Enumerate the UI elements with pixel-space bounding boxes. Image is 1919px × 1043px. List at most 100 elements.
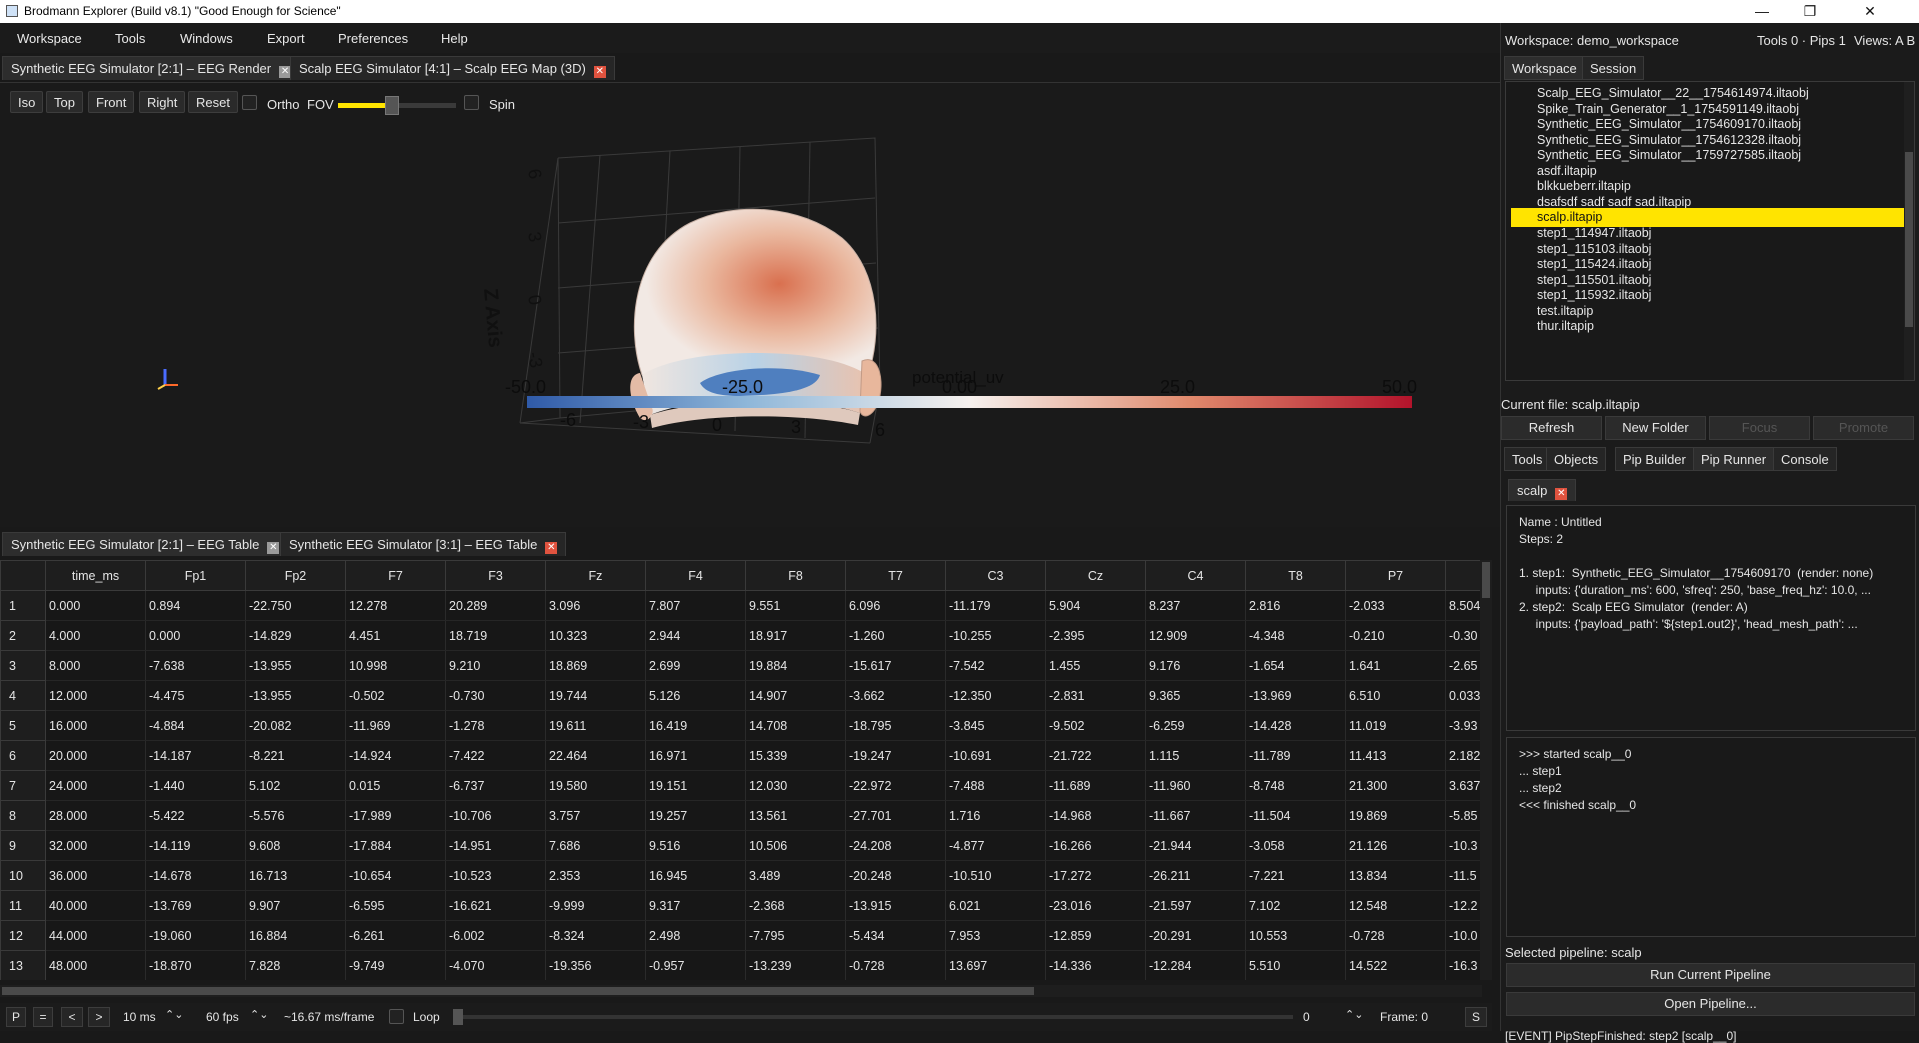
- menu-help[interactable]: Help: [441, 31, 468, 46]
- table-cell[interactable]: 12.909: [1145, 620, 1246, 651]
- table-cell[interactable]: -19.356: [545, 950, 646, 980]
- table-cell[interactable]: 14.522: [1345, 950, 1446, 980]
- table-cell[interactable]: 1.455: [1045, 650, 1146, 681]
- scrollbar-handle[interactable]: [2, 987, 1034, 995]
- column-header[interactable]: C3: [945, 560, 1046, 591]
- table-cell[interactable]: 18.917: [745, 620, 846, 651]
- table-row[interactable]: 10 36.000 -14.678 16.713 -10.654 -10.523 2.353…: [0, 860, 1484, 891]
- table-cell[interactable]: -0.30: [1445, 620, 1484, 651]
- tab-session[interactable]: Session: [1582, 56, 1645, 80]
- row-header[interactable]: 5: [0, 710, 46, 741]
- table-cell[interactable]: 11.019: [1345, 710, 1446, 741]
- row-header[interactable]: 1: [0, 590, 46, 621]
- table-cell[interactable]: 0.000: [145, 620, 246, 651]
- table-cell[interactable]: -10.510: [945, 860, 1046, 891]
- spin-checkbox[interactable]: [464, 95, 479, 110]
- table-cell[interactable]: 14.907: [745, 680, 846, 711]
- table-cell[interactable]: 3.637: [1445, 770, 1484, 801]
- table-cell[interactable]: -1.260: [845, 620, 946, 651]
- table-cell[interactable]: 7.828: [245, 950, 346, 980]
- table-cell[interactable]: 21.300: [1345, 770, 1446, 801]
- table-row[interactable]: 7 24.000 -1.440 5.102 0.015 -6.737 19.580 19.15…: [0, 770, 1484, 801]
- table-cell[interactable]: -20.291: [1145, 920, 1246, 951]
- table-cell[interactable]: 10.998: [345, 650, 446, 681]
- table-cell[interactable]: 8.504: [1445, 590, 1484, 621]
- table-cell[interactable]: 36.000: [45, 860, 146, 891]
- table-cell[interactable]: -11.960: [1145, 770, 1246, 801]
- table-cell[interactable]: 19.744: [545, 680, 646, 711]
- table-cell[interactable]: 0.000: [45, 590, 146, 621]
- table-cell[interactable]: -4.884: [145, 710, 246, 741]
- table-cell[interactable]: 2.353: [545, 860, 646, 891]
- table-cell[interactable]: 9.551: [745, 590, 846, 621]
- file-list-scrollbar[interactable]: [1904, 82, 1914, 380]
- table-cell[interactable]: -0.957: [645, 950, 746, 980]
- table-cell[interactable]: -16.3: [1445, 950, 1484, 980]
- table-cell[interactable]: -11.5: [1445, 860, 1484, 891]
- table-cell[interactable]: -14.829: [245, 620, 346, 651]
- table-cell[interactable]: -13.969: [1245, 680, 1346, 711]
- table-cell[interactable]: -14.428: [1245, 710, 1346, 741]
- table-cell[interactable]: 9.608: [245, 830, 346, 861]
- table-cell[interactable]: 18.869: [545, 650, 646, 681]
- focus-button[interactable]: Focus: [1709, 416, 1810, 440]
- table-cell[interactable]: -12.284: [1145, 950, 1246, 980]
- fov-slider-track[interactable]: [338, 96, 456, 115]
- table-cell[interactable]: 19.611: [545, 710, 646, 741]
- tab-console[interactable]: Console: [1773, 447, 1837, 471]
- close-tab-icon[interactable]: ✕: [1555, 488, 1568, 500]
- table-cell[interactable]: 9.317: [645, 890, 746, 921]
- table-cell[interactable]: 7.102: [1245, 890, 1346, 921]
- table-cell[interactable]: 16.000: [45, 710, 146, 741]
- s-button[interactable]: S: [1465, 1007, 1487, 1027]
- view-reset-button[interactable]: Reset: [188, 91, 238, 113]
- table-cell[interactable]: -4.070: [445, 950, 546, 980]
- tab-eeg-table-3[interactable]: Synthetic EEG Simulator [3:1] – EEG Tabl…: [280, 532, 567, 556]
- table-cell[interactable]: 0.033: [1445, 680, 1484, 711]
- table-cell[interactable]: 2.498: [645, 920, 746, 951]
- tab-workspace[interactable]: Workspace: [1504, 56, 1585, 80]
- tab-pip-runner[interactable]: Pip Runner: [1693, 447, 1775, 471]
- menu-workspace[interactable]: Workspace: [17, 31, 82, 46]
- file-list-item[interactable]: thur.iltapip: [1511, 317, 1914, 336]
- stop-button[interactable]: =: [33, 1007, 53, 1027]
- table-cell[interactable]: -11.179: [945, 590, 1046, 621]
- table-cell[interactable]: -11.667: [1145, 800, 1246, 831]
- table-cell[interactable]: -0.210: [1345, 620, 1446, 651]
- column-header[interactable]: Fp2: [245, 560, 346, 591]
- table-cell[interactable]: 10.553: [1245, 920, 1346, 951]
- new-folder-button[interactable]: New Folder: [1605, 416, 1706, 440]
- table-cell[interactable]: 19.257: [645, 800, 746, 831]
- column-header[interactable]: [1445, 560, 1484, 591]
- column-header[interactable]: time_ms: [45, 560, 146, 591]
- row-header[interactable]: 12: [0, 920, 46, 951]
- view-iso-button[interactable]: Iso: [10, 91, 44, 113]
- table-cell[interactable]: -8.324: [545, 920, 646, 951]
- table-cell[interactable]: -10.255: [945, 620, 1046, 651]
- table-cell[interactable]: -22.750: [245, 590, 346, 621]
- open-pipeline-button[interactable]: Open Pipeline...: [1506, 992, 1915, 1016]
- row-header[interactable]: 13: [0, 950, 46, 980]
- row-header[interactable]: 3: [0, 650, 46, 681]
- pipeline-tab-scalp[interactable]: scalp ✕: [1508, 479, 1577, 501]
- table-cell[interactable]: -10.654: [345, 860, 446, 891]
- frame-slider-handle[interactable]: [453, 1009, 463, 1025]
- table-cell[interactable]: -11.789: [1245, 740, 1346, 771]
- table-vertical-scrollbar[interactable]: [1480, 560, 1492, 980]
- table-cell[interactable]: 12.000: [45, 680, 146, 711]
- table-cell[interactable]: -21.597: [1145, 890, 1246, 921]
- table-cell[interactable]: -5.434: [845, 920, 946, 951]
- row-header[interactable]: 11: [0, 890, 46, 921]
- table-cell[interactable]: -10.3: [1445, 830, 1484, 861]
- table-cell[interactable]: 12.278: [345, 590, 446, 621]
- table-cell[interactable]: -5.422: [145, 800, 246, 831]
- table-cell[interactable]: -24.208: [845, 830, 946, 861]
- table-cell[interactable]: 19.151: [645, 770, 746, 801]
- row-header[interactable]: 9: [0, 830, 46, 861]
- table-cell[interactable]: -17.884: [345, 830, 446, 861]
- table-cell[interactable]: -7.221: [1245, 860, 1346, 891]
- row-header[interactable]: 4: [0, 680, 46, 711]
- table-cell[interactable]: -2.65: [1445, 650, 1484, 681]
- table-cell[interactable]: -4.348: [1245, 620, 1346, 651]
- table-cell[interactable]: 8.000: [45, 650, 146, 681]
